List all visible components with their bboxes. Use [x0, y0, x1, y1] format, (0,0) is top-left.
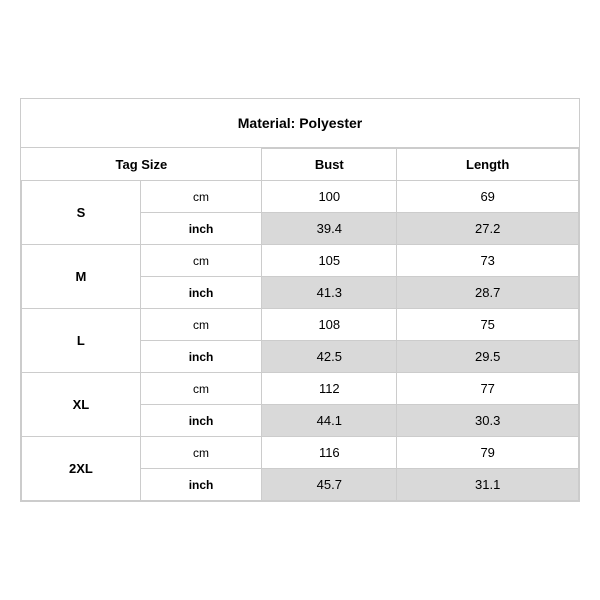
table-row: XLcm11277 — [22, 373, 579, 405]
table-row: Scm10069 — [22, 181, 579, 213]
unit-label-inch: inch — [140, 405, 261, 437]
unit-label-inch: inch — [140, 469, 261, 501]
bust-header: Bust — [262, 149, 397, 181]
bust-value-inch: 45.7 — [262, 469, 397, 501]
length-value-inch: 31.1 — [397, 469, 579, 501]
unit-label-inch: inch — [140, 213, 261, 245]
tag-size-header: Tag Size — [22, 149, 262, 181]
unit-label-inch: inch — [140, 277, 261, 309]
bust-value-inch: 44.1 — [262, 405, 397, 437]
length-value-inch: 27.2 — [397, 213, 579, 245]
bust-value-cm: 108 — [262, 309, 397, 341]
bust-value-cm: 112 — [262, 373, 397, 405]
size-table: Tag Size Bust Length Scm10069inch39.427.… — [21, 148, 579, 501]
unit-label-cm: cm — [140, 309, 261, 341]
unit-label-inch: inch — [140, 341, 261, 373]
length-header: Length — [397, 149, 579, 181]
unit-label-cm: cm — [140, 373, 261, 405]
bust-value-cm: 116 — [262, 437, 397, 469]
length-value-cm: 73 — [397, 245, 579, 277]
bust-value-inch: 42.5 — [262, 341, 397, 373]
unit-label-cm: cm — [140, 437, 261, 469]
size-cell: S — [22, 181, 141, 245]
chart-title: Material: Polyester — [21, 99, 579, 148]
length-value-inch: 29.5 — [397, 341, 579, 373]
length-value-cm: 77 — [397, 373, 579, 405]
length-value-cm: 75 — [397, 309, 579, 341]
size-chart-container: Material: Polyester Tag Size Bust Length… — [20, 98, 580, 502]
bust-value-inch: 39.4 — [262, 213, 397, 245]
bust-value-cm: 100 — [262, 181, 397, 213]
size-cell: M — [22, 245, 141, 309]
unit-label-cm: cm — [140, 181, 261, 213]
length-value-cm: 69 — [397, 181, 579, 213]
bust-value-inch: 41.3 — [262, 277, 397, 309]
length-value-cm: 79 — [397, 437, 579, 469]
size-cell: L — [22, 309, 141, 373]
size-cell: XL — [22, 373, 141, 437]
table-row: 2XLcm11679 — [22, 437, 579, 469]
table-row: Mcm10573 — [22, 245, 579, 277]
length-value-inch: 28.7 — [397, 277, 579, 309]
length-value-inch: 30.3 — [397, 405, 579, 437]
size-cell: 2XL — [22, 437, 141, 501]
table-row: Lcm10875 — [22, 309, 579, 341]
bust-value-cm: 105 — [262, 245, 397, 277]
unit-label-cm: cm — [140, 245, 261, 277]
